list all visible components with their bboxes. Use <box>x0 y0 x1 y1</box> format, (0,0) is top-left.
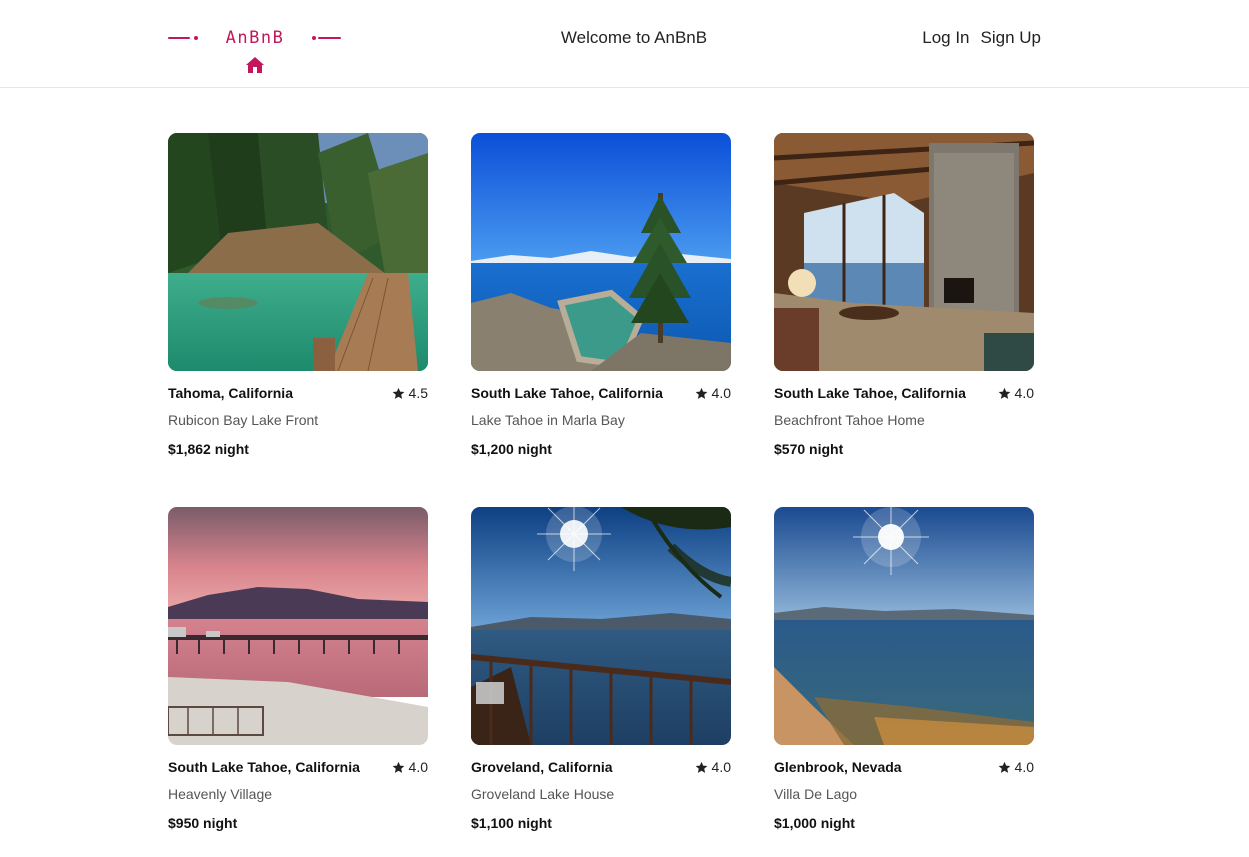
listing-photo[interactable] <box>471 133 731 371</box>
listing-photo[interactable] <box>168 133 428 371</box>
auth-links: Log In Sign Up <box>922 28 1041 48</box>
logo-text: AnBnB <box>225 28 285 48</box>
listing-location: South Lake Tahoe, California <box>471 385 663 401</box>
listing-card[interactable]: South Lake Tahoe, California 4.0 Lake Ta… <box>471 133 731 457</box>
listing-name: Lake Tahoe in Marla Bay <box>471 412 625 428</box>
listing-card[interactable]: Tahoma, California 4.5 Rubicon Bay Lake … <box>168 133 428 457</box>
listing-rating: 4.0 <box>998 759 1034 775</box>
rating-value: 4.0 <box>711 385 731 401</box>
rating-value: 4.0 <box>1014 385 1034 401</box>
listing-price: $1,100 night <box>471 815 552 831</box>
listing-rating: 4.0 <box>392 759 428 775</box>
star-icon <box>695 387 707 399</box>
listing-price: $950 night <box>168 815 238 831</box>
listing-name: Beachfront Tahoe Home <box>774 412 925 428</box>
listing-rating: 4.0 <box>998 385 1034 401</box>
listing-price: $1,200 night <box>471 441 552 457</box>
listing-rating: 4.5 <box>392 385 428 401</box>
listing-card[interactable]: Glenbrook, Nevada 4.0 Villa De Lago $1,0… <box>774 507 1034 831</box>
listing-name: Rubicon Bay Lake Front <box>168 412 319 428</box>
star-icon <box>695 761 707 773</box>
listing-price: $1,000 night <box>774 815 855 831</box>
rating-value: 4.0 <box>1014 759 1034 775</box>
logo-dot-left <box>194 36 198 40</box>
listing-card[interactable]: South Lake Tahoe, California 4.0 Beachfr… <box>774 133 1034 457</box>
logo-line-left <box>168 37 190 39</box>
star-icon <box>392 761 404 773</box>
listing-location: South Lake Tahoe, California <box>774 385 966 401</box>
listing-location: Glenbrook, Nevada <box>774 759 902 775</box>
listing-rating: 4.0 <box>695 759 731 775</box>
listing-location: Groveland, California <box>471 759 613 775</box>
listing-name: Groveland Lake House <box>471 786 615 802</box>
listing-photo[interactable] <box>774 507 1034 745</box>
listing-price: $570 night <box>774 441 844 457</box>
listing-photo[interactable] <box>168 507 428 745</box>
listing-name: Heavenly Village <box>168 786 273 802</box>
listing-rating: 4.0 <box>695 385 731 401</box>
signup-link[interactable]: Sign Up <box>981 28 1041 48</box>
listing-location: South Lake Tahoe, California <box>168 759 360 775</box>
star-icon <box>998 761 1010 773</box>
listing-name: Villa De Lago <box>774 786 858 802</box>
listing-price: $1,862 night <box>168 441 249 457</box>
rating-value: 4.0 <box>711 759 731 775</box>
welcome-title: Welcome to AnBnB <box>560 28 708 47</box>
listing-photo[interactable] <box>774 133 1034 371</box>
rating-value: 4.5 <box>408 385 428 401</box>
star-icon <box>392 387 404 399</box>
star-icon <box>998 387 1010 399</box>
login-link[interactable]: Log In <box>922 28 969 48</box>
top-navbar: AnBnB Welcome to AnBnB Log In Sign Up <box>0 0 1249 88</box>
logo-dot-right <box>312 36 316 40</box>
listing-card[interactable]: South Lake Tahoe, California 4.0 Heavenl… <box>168 507 428 831</box>
logo-line-right <box>318 37 341 39</box>
anbnb-logo[interactable]: AnBnB <box>168 26 342 76</box>
rating-value: 4.0 <box>408 759 428 775</box>
listing-photo[interactable] <box>471 507 731 745</box>
listing-location: Tahoma, California <box>168 385 293 401</box>
listing-card[interactable]: Groveland, California 4.0 Groveland Lake… <box>471 507 731 831</box>
home-icon <box>246 57 264 73</box>
